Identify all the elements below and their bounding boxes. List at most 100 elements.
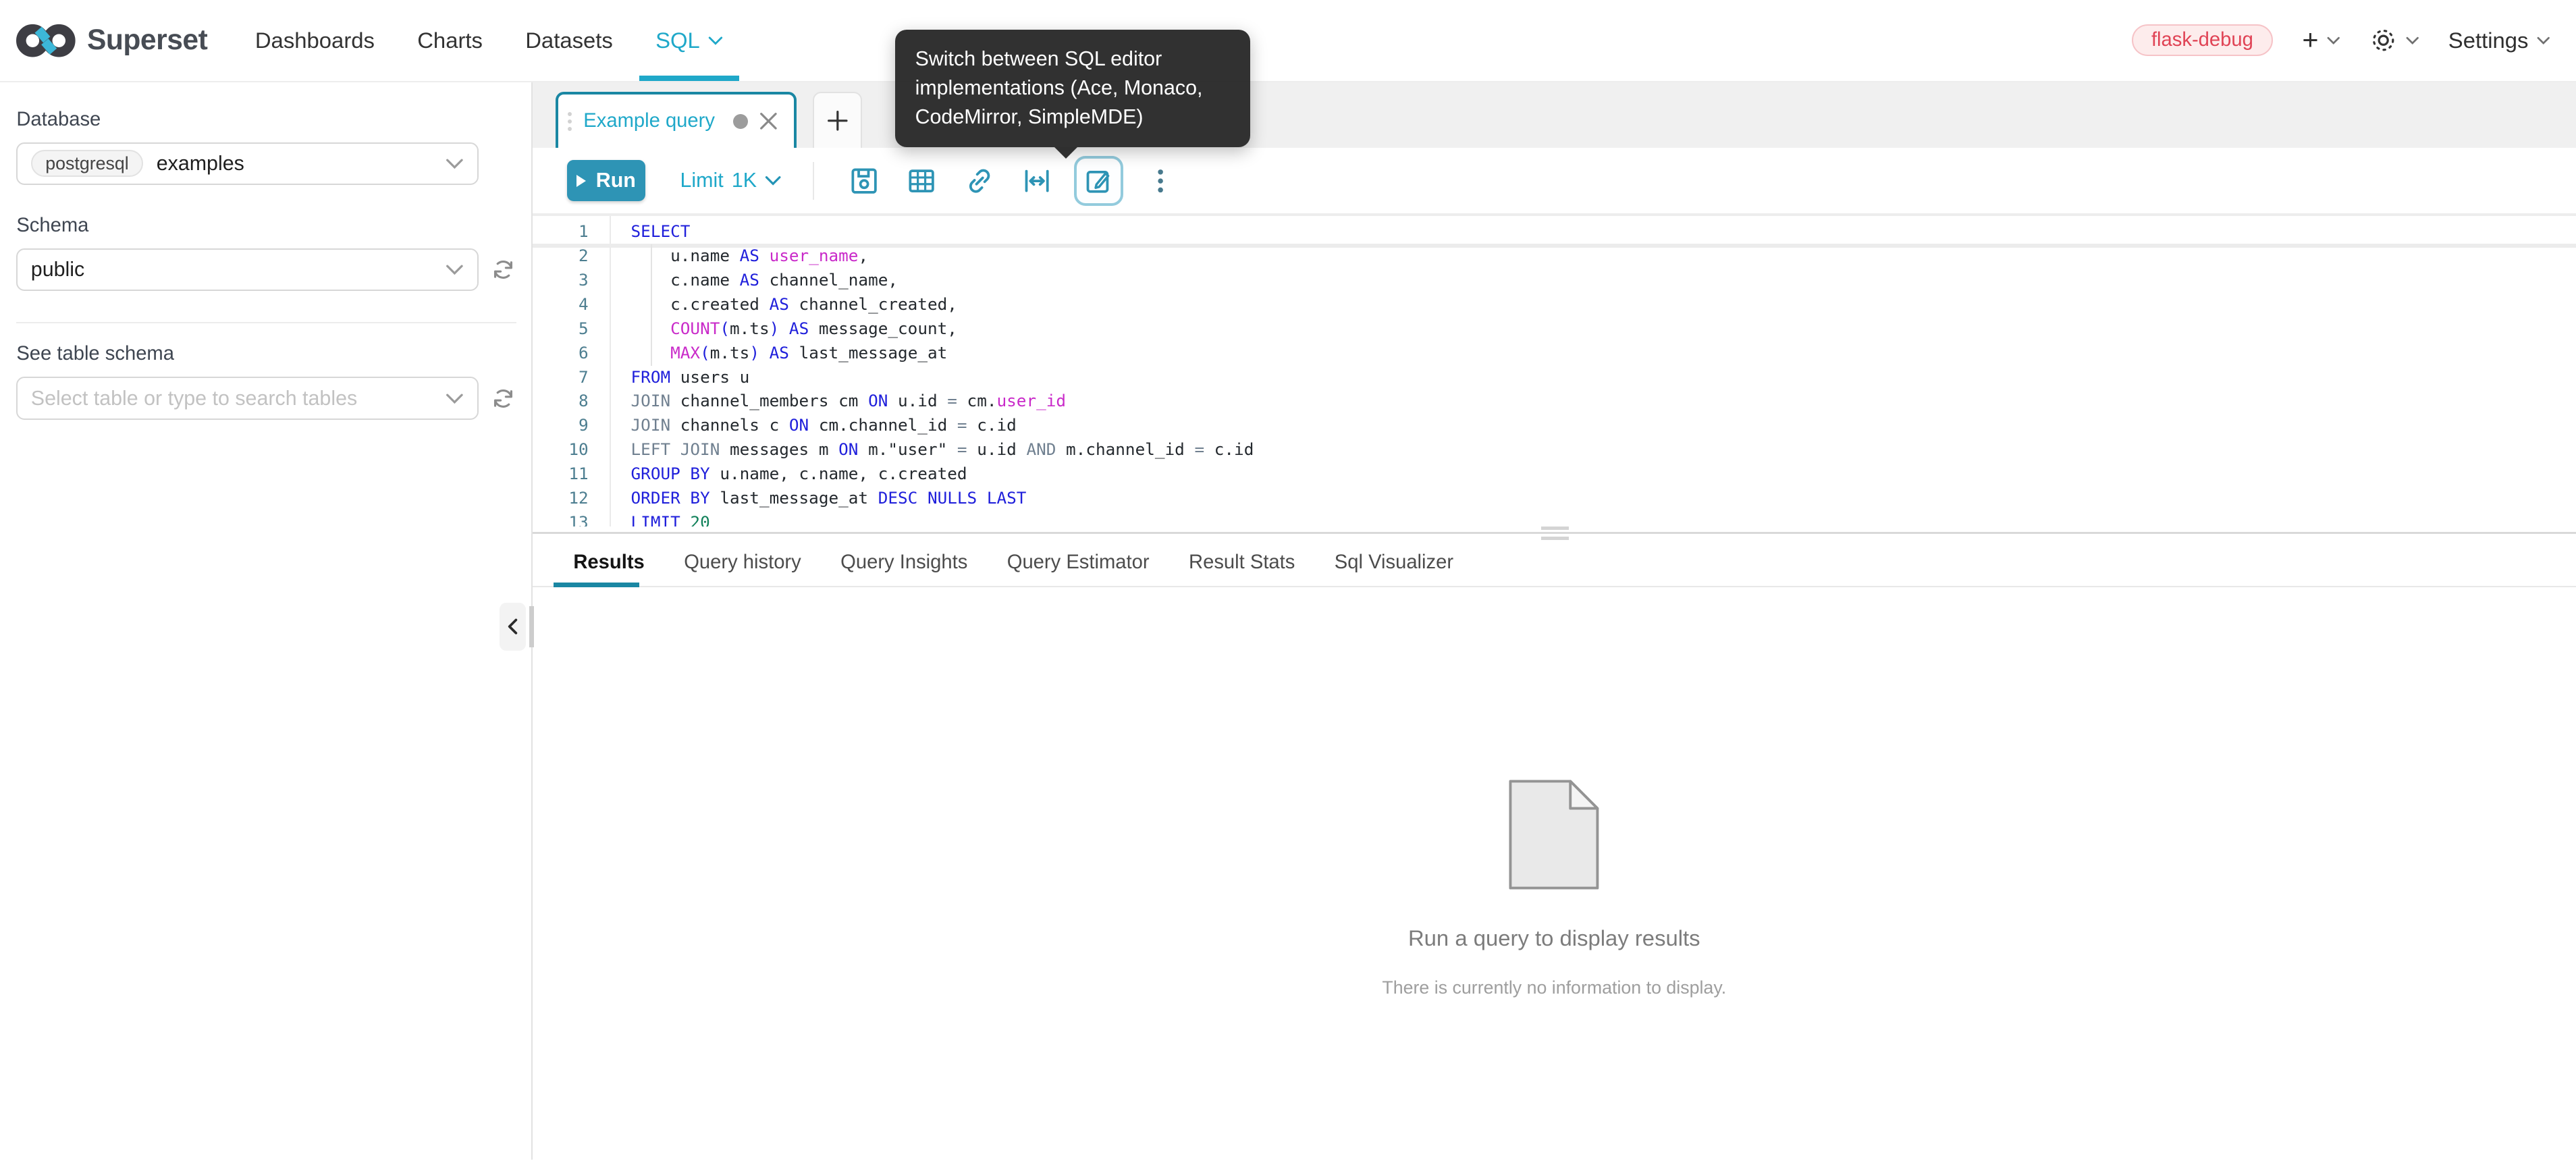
sidebar-divider xyxy=(16,322,516,323)
line-number: 8 xyxy=(533,389,589,413)
sidebar-scrollbar-thumb[interactable] xyxy=(529,606,534,647)
settings-menu[interactable]: Settings xyxy=(2448,28,2550,53)
edit-icon xyxy=(1083,165,1114,196)
tab-title: Example query xyxy=(583,110,715,132)
unsaved-indicator-dot xyxy=(733,114,748,129)
refresh-icon[interactable] xyxy=(490,256,516,283)
caret-down-icon xyxy=(2327,36,2340,45)
environment-badge: flask-debug xyxy=(2132,24,2272,56)
line-number: 5 xyxy=(533,317,589,341)
limit-label: Limit xyxy=(680,169,724,192)
code-line[interactable]: JOIN channels c ON cm.channel_id = c.id xyxy=(631,413,2576,437)
sun-icon xyxy=(2369,26,2397,54)
tooltip-text: Switch between SQL editor implementation… xyxy=(915,47,1203,129)
tab-results[interactable]: Results xyxy=(573,551,644,574)
resize-grip-icon[interactable] xyxy=(1541,526,1569,539)
line-number: 10 xyxy=(533,437,589,462)
database-select[interactable]: postgresql examples xyxy=(16,142,478,185)
switch-editor-button[interactable] xyxy=(1074,156,1124,206)
sql-lab-sidebar: Database postgresql examples Schema publ… xyxy=(0,82,533,1160)
code-line[interactable]: FROM users u xyxy=(631,365,2576,389)
code-lines[interactable]: SELECT u.name AS user_name, c.name AS ch… xyxy=(611,216,2576,526)
code-line[interactable]: SELECT xyxy=(631,219,2576,244)
nav-item-datasets[interactable]: Datasets xyxy=(504,0,635,81)
code-line[interactable]: c.name AS channel_name, xyxy=(631,268,2576,292)
line-number: 13 xyxy=(533,510,589,526)
table-select[interactable]: Select table or type to search tables xyxy=(16,377,478,419)
tab-result-stats[interactable]: Result Stats xyxy=(1189,551,1295,574)
table-button[interactable] xyxy=(906,165,937,196)
link-icon xyxy=(964,165,995,196)
chevron-left-icon xyxy=(507,618,518,634)
table-icon xyxy=(906,165,937,196)
header-right: flask-debug + Settings xyxy=(2132,0,2576,81)
line-number: 6 xyxy=(533,341,589,365)
database-label: Database xyxy=(16,109,516,131)
plus-icon: + xyxy=(2302,26,2318,54)
main-nav: Dashboards Charts Datasets SQL xyxy=(234,0,744,81)
new-item-dropdown[interactable]: + xyxy=(2302,26,2340,54)
line-number: 9 xyxy=(533,413,589,437)
chevron-down-icon xyxy=(446,264,464,275)
add-tab-button[interactable] xyxy=(813,92,862,148)
close-tab-icon[interactable] xyxy=(759,112,778,130)
toolbar-divider xyxy=(813,162,814,200)
code-line[interactable]: GROUP BY u.name, c.name, c.created xyxy=(631,462,2576,486)
empty-results-state: Run a query to display results There is … xyxy=(533,780,2576,999)
nav-item-dashboards[interactable]: Dashboards xyxy=(234,0,396,81)
drag-handle-icon[interactable] xyxy=(568,112,572,131)
code-line[interactable]: LIMIT 20 xyxy=(631,510,2576,526)
editor-switch-tooltip: Switch between SQL editor implementation… xyxy=(895,30,1250,147)
tab-query-insights[interactable]: Query Insights xyxy=(840,551,967,574)
line-number: 7 xyxy=(533,365,589,389)
more-menu-button[interactable] xyxy=(1145,165,1176,196)
active-line-highlight xyxy=(533,244,2576,248)
schema-select-value: public xyxy=(31,258,84,281)
column-width-button[interactable] xyxy=(1021,165,1052,196)
tab-query-estimator[interactable]: Query Estimator xyxy=(1007,551,1150,574)
save-button[interactable] xyxy=(849,165,880,196)
editor-resize-handle[interactable] xyxy=(533,526,2576,539)
plus-icon xyxy=(827,110,849,132)
theme-dropdown[interactable] xyxy=(2369,26,2419,54)
code-line[interactable]: LEFT JOIN messages m ON m."user" = u.id … xyxy=(631,437,2576,462)
tab-sql-visualizer[interactable]: Sql Visualizer xyxy=(1335,551,1453,574)
brand-name: Superset xyxy=(87,24,207,57)
code-line[interactable]: COUNT(m.ts) AS message_count, xyxy=(631,317,2576,341)
link-button[interactable] xyxy=(964,165,995,196)
code-line[interactable]: c.created AS channel_created, xyxy=(631,292,2576,317)
sql-editor-area: Example query Run Limit 1K xyxy=(533,82,2576,1160)
limit-dropdown[interactable]: Limit 1K xyxy=(680,169,782,192)
tooltip-arrow xyxy=(1054,147,1077,159)
schema-label: Schema xyxy=(16,215,516,237)
line-number: 3 xyxy=(533,268,589,292)
superset-logo-icon xyxy=(16,21,76,60)
editor-toolbar: Run Limit 1K xyxy=(533,148,2576,213)
database-dialect-pill: postgresql xyxy=(31,150,143,177)
chevron-down-icon xyxy=(446,158,464,169)
superset-logo[interactable]: Superset xyxy=(16,0,207,81)
sql-code-editor[interactable]: 12345678910111213 SELECT u.name AS user_… xyxy=(533,213,2576,526)
code-line[interactable]: ORDER BY last_message_at DESC NULLS LAST xyxy=(631,486,2576,510)
results-pane: Results Query history Query Insights Que… xyxy=(533,540,2576,1160)
empty-state-title: Run a query to display results xyxy=(1408,925,1700,951)
column-width-icon xyxy=(1021,165,1052,196)
code-line[interactable]: JOIN channel_members cm ON u.id = cm.use… xyxy=(631,389,2576,413)
nav-item-charts[interactable]: Charts xyxy=(396,0,504,81)
editor-gutter: 12345678910111213 xyxy=(533,216,612,526)
tab-query-history[interactable]: Query history xyxy=(684,551,801,574)
run-button[interactable]: Run xyxy=(567,160,646,201)
collapse-sidebar-button[interactable] xyxy=(500,603,526,651)
run-button-label: Run xyxy=(596,169,636,192)
empty-state-subtitle: There is currently no information to dis… xyxy=(1382,977,1726,998)
document-icon xyxy=(1509,780,1599,890)
settings-label: Settings xyxy=(2448,28,2529,53)
page-body: Database postgresql examples Schema publ… xyxy=(0,82,2576,1160)
code-line[interactable]: MAX(m.ts) AS last_message_at xyxy=(631,341,2576,365)
top-nav-bar: Superset Dashboards Charts Datasets SQL … xyxy=(0,0,2576,82)
tab-example-query[interactable]: Example query xyxy=(556,92,797,148)
schema-select[interactable]: public xyxy=(16,248,478,291)
chevron-down-icon xyxy=(446,393,464,404)
refresh-icon[interactable] xyxy=(490,385,516,412)
nav-item-sql[interactable]: SQL xyxy=(634,0,744,81)
